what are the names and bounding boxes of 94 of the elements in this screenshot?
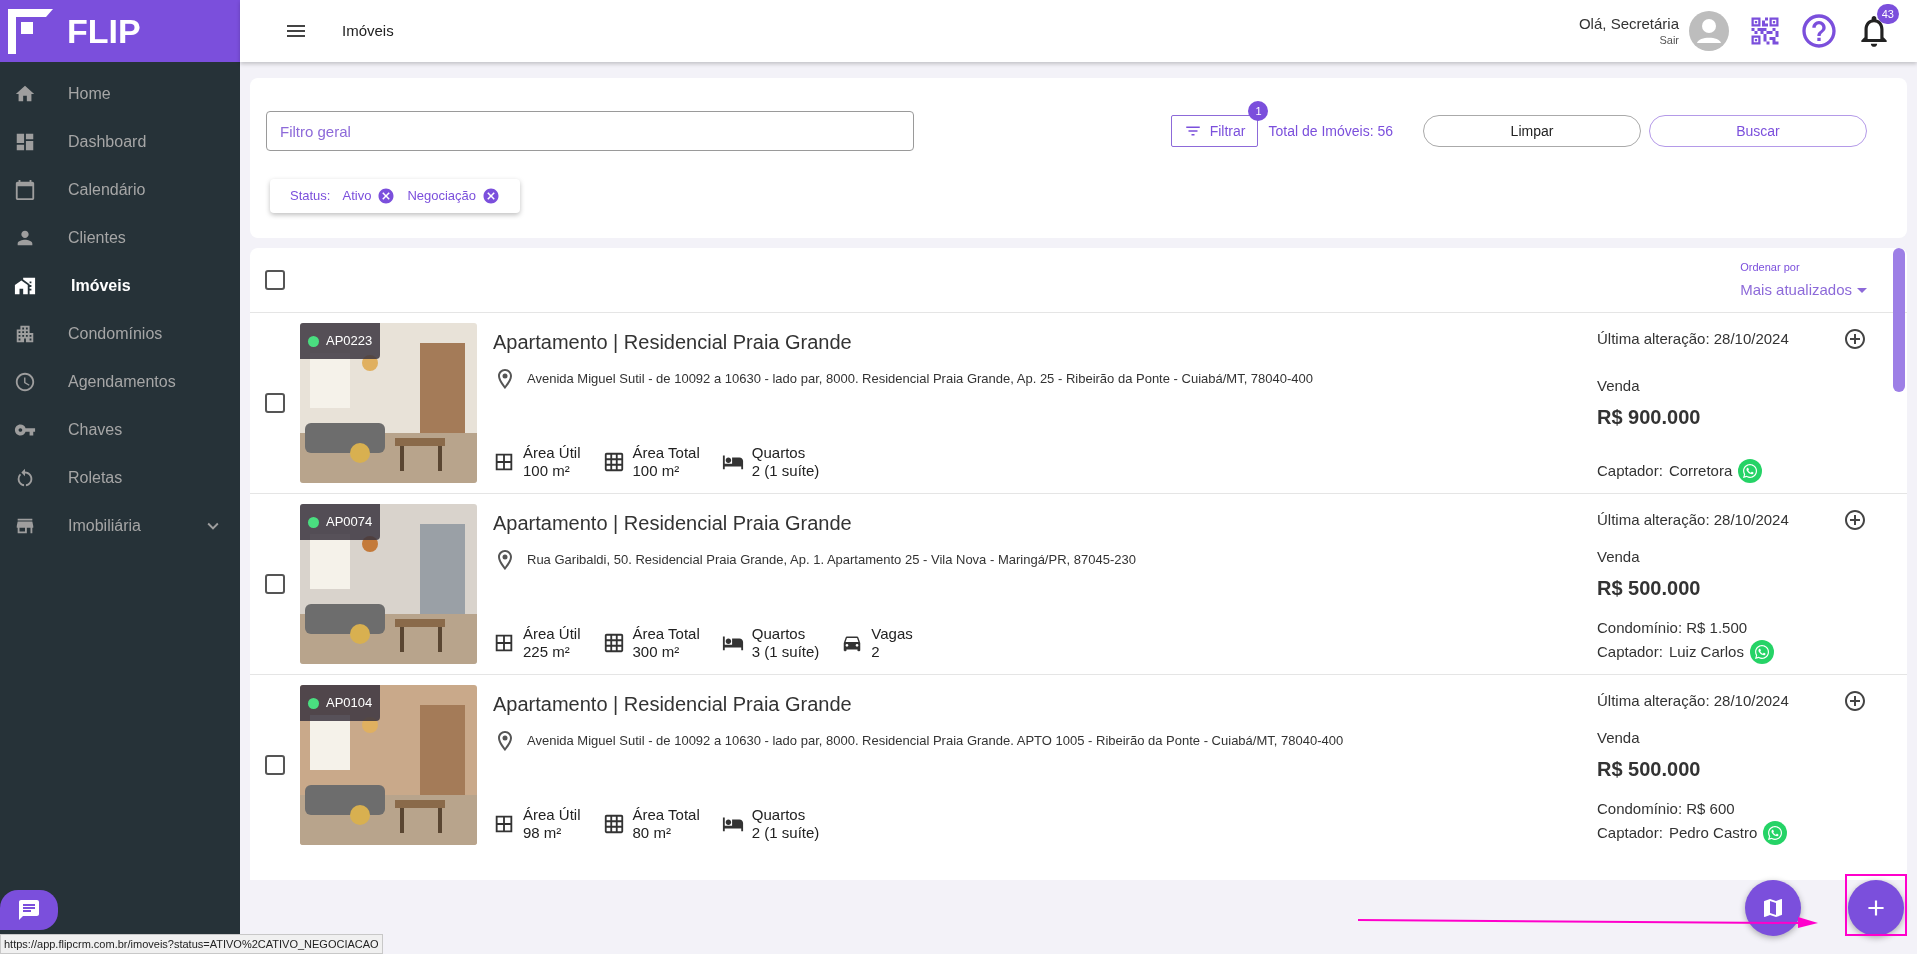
feature-label: Área Total xyxy=(632,624,700,644)
condo-fee: Condomínio: R$ 1.500 xyxy=(1597,617,1749,638)
add-button[interactable] xyxy=(1848,880,1904,936)
map-icon xyxy=(1761,896,1785,920)
last-updated: Última alteração: 28/10/2024 xyxy=(1597,328,1789,349)
remove-icon[interactable] xyxy=(482,187,501,205)
chip-value: Negociação xyxy=(407,187,477,206)
agent-label: Captador: xyxy=(1597,822,1663,843)
last-updated: Última alteração: 28/10/2024 xyxy=(1597,690,1789,711)
grid-icon xyxy=(602,632,625,655)
sort-label: Ordenar por xyxy=(1740,259,1800,275)
agent-label: Captador: xyxy=(1597,460,1663,481)
chip-value: Ativo xyxy=(342,187,372,206)
price: R$ 500.000 xyxy=(1597,575,1702,601)
help-icon[interactable] xyxy=(1799,11,1839,51)
grid-icon xyxy=(602,451,625,474)
condo-fee: Condomínio: R$ 600 xyxy=(1597,798,1736,819)
total-count: Total de Imóveis: 56 xyxy=(1268,121,1393,141)
checkbox[interactable] xyxy=(265,755,285,775)
checkbox[interactable] xyxy=(265,574,285,594)
sidebar-item[interactable]: Roletas xyxy=(0,454,240,502)
price: R$ 900.000 xyxy=(1597,404,1702,430)
sidebar-item[interactable]: Imóveis xyxy=(0,262,240,310)
sidebar-item[interactable]: Calendário xyxy=(0,166,240,214)
sidebar-item[interactable]: Imobiliária xyxy=(0,502,240,550)
grid-icon xyxy=(602,813,625,836)
feature-value: 225 m² xyxy=(523,643,571,662)
dashboard-icon xyxy=(14,131,36,153)
feature-value: 2 (1 suíte) xyxy=(751,824,820,843)
checkbox[interactable] xyxy=(265,270,285,290)
feature-value: 2 (1 suíte) xyxy=(751,462,820,481)
brand-name: FLIP xyxy=(67,10,141,52)
feature-label: Área Útil xyxy=(523,624,581,644)
feature-value: 98 m² xyxy=(523,824,563,843)
last-updated: Última alteração: 28/10/2024 xyxy=(1597,509,1789,530)
deal-type: Venda xyxy=(1597,728,1641,748)
property-address: Avenida Miguel Sutil - de 10092 a 10630 - lado par, 8000. Residencial Praia Grande. APTO 1005 - Ribeirão da Ponte - Cuiabá/MT, 78040-400 xyxy=(527,732,1344,751)
greeting: Olá, Secretária xyxy=(1578,14,1679,34)
chat-button[interactable] xyxy=(0,890,58,930)
notification-badge: 43 xyxy=(1876,4,1899,24)
scrollbar-thumb[interactable] xyxy=(1893,248,1905,392)
feature-label: Quartos xyxy=(751,443,807,463)
feature-label: Área Útil xyxy=(523,805,581,825)
feature-label: Área Útil xyxy=(523,443,581,463)
sort-dropdown[interactable]: Mais atualizados xyxy=(1740,279,1867,302)
sidebar-item[interactable]: Chaves xyxy=(0,406,240,454)
property-title[interactable]: Apartamento | Residencial Praia Grande xyxy=(493,689,1597,719)
feature-label: Quartos xyxy=(751,805,807,825)
price: R$ 500.000 xyxy=(1597,756,1702,782)
chat-icon xyxy=(17,898,41,922)
sidebar-item[interactable]: Home xyxy=(0,70,240,118)
feature-value: 100 m² xyxy=(523,462,571,481)
page-title: Imóveis xyxy=(342,20,394,41)
sidebar-item[interactable]: Agendamentos xyxy=(0,358,240,406)
search-field[interactable]: Filtro geral xyxy=(266,111,914,151)
feature-value: 300 m² xyxy=(632,643,681,662)
agent-name: Luiz Carlos xyxy=(1668,641,1744,662)
filter-count-badge: 1 xyxy=(1248,101,1269,121)
feature-label: Área Total xyxy=(632,443,700,463)
agent-label: Captador: xyxy=(1597,641,1663,662)
feature-value: 3 (1 suíte) xyxy=(751,643,820,662)
sidebar-item[interactable]: Dashboard xyxy=(0,118,240,166)
feature-label: Quartos xyxy=(751,624,807,644)
sidebar-item[interactable]: Clientes xyxy=(0,214,240,262)
deal-type: Venda xyxy=(1597,376,1641,396)
clock-icon xyxy=(14,371,36,393)
remove-icon[interactable] xyxy=(377,187,396,205)
feature-value: 2 xyxy=(871,643,881,662)
checkbox[interactable] xyxy=(265,393,285,413)
property-address: Rua Garibaldi, 50. Residencial Praia Grande, Ap. 1. Apartamento 25 - Vila Nova - Maringá/PR, 87045-230 xyxy=(527,551,1136,570)
property-code: AP0104 xyxy=(326,694,373,713)
highlight-frame xyxy=(1845,874,1907,936)
building-icon xyxy=(14,323,36,345)
property-code: AP0223 xyxy=(326,332,373,351)
status-url: https://app.flipcrm.com.br/imoveis?status=ATIVO%2CATIVO_NEGOCIACAO xyxy=(0,934,383,954)
map-button[interactable] xyxy=(1745,880,1801,936)
logo-icon xyxy=(8,8,53,54)
feature-value: 100 m² xyxy=(632,462,681,481)
sidebar-item[interactable]: Condomínios xyxy=(0,310,240,358)
property-title[interactable]: Apartamento | Residencial Praia Grande xyxy=(493,327,1597,357)
agent-name: Pedro Castro xyxy=(1668,822,1758,843)
feature-label: Área Total xyxy=(632,805,700,825)
property-title[interactable]: Apartamento | Residencial Praia Grande xyxy=(493,508,1597,538)
feature-value: 80 m² xyxy=(632,824,672,843)
agent-name: Corretora xyxy=(1668,460,1733,481)
chip-label: Status: xyxy=(290,187,331,206)
feature-label: Vagas xyxy=(871,624,913,644)
house-icon xyxy=(14,275,36,297)
property-code: AP0074 xyxy=(326,513,373,532)
property-address: Avenida Miguel Sutil - de 10092 a 10630 - lado par, 8000. Residencial Praia Grande, Ap. 25 - Ribeirão da Ponte - Cuiabá/MT, 78040-400 xyxy=(527,370,1314,389)
caret-icon xyxy=(1857,287,1867,293)
calendar-icon xyxy=(14,179,36,201)
logout-link[interactable]: Sair xyxy=(1659,33,1679,48)
deal-type: Venda xyxy=(1597,547,1641,567)
